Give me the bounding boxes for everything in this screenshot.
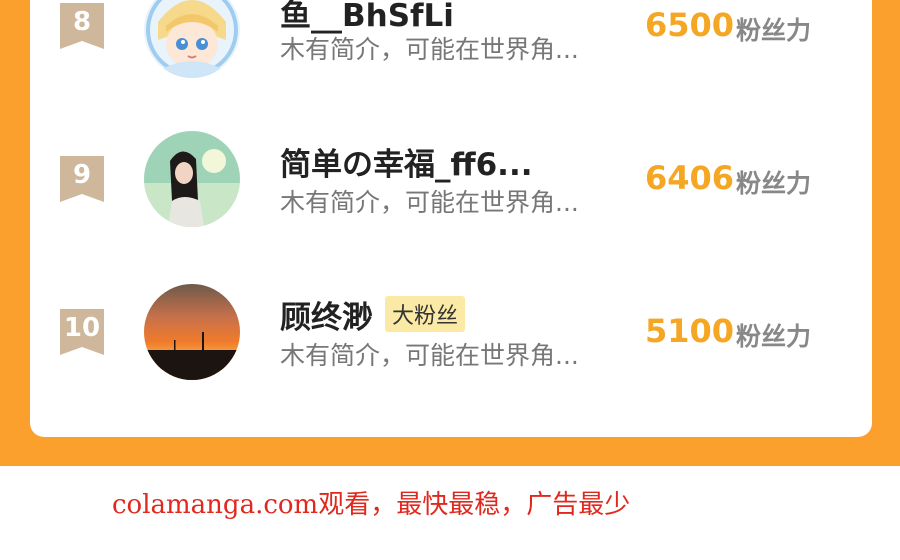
user-intro: 木有简介，可能在世界角... (280, 35, 579, 64)
user-name[interactable]: 简单の幸福_ff6... (280, 139, 533, 184)
big-fan-badge: 大粉丝 (385, 296, 466, 332)
rank-number: 9 (72, 160, 92, 190)
ranking-row[interactable]: 9 简单の幸福_ff6... 木有简介，可能在世界角... 6406 粉丝力 (30, 123, 872, 243)
user-name[interactable]: 顾终渺 大粉丝 (280, 292, 466, 337)
fan-score-unit: 粉丝力 (736, 16, 812, 45)
fan-score: 6500 (645, 6, 735, 44)
rank-number: 10 (63, 313, 101, 343)
ranking-row[interactable]: 8 鱼__BhSfLi 木有简介，可能在世界角... 6500 粉丝力 (30, 0, 872, 90)
rank-number: 8 (72, 7, 92, 37)
user-intro: 木有简介，可能在世界角... (280, 341, 579, 370)
ranking-row[interactable]: 10 顾终渺 大粉丝 木有简介，可能在世界角... 5100 粉丝力 (30, 276, 872, 396)
fan-ranking-card: 8 鱼__BhSfLi 木有简介，可能在世界角... 6500 粉丝力 9 简单… (30, 0, 872, 437)
footer-watermark: colamanga.com观看，最快最稳，广告最少 (112, 490, 631, 520)
rank-badge-icon: 9 (60, 156, 104, 202)
user-name-text: 顾终渺 (280, 300, 373, 336)
user-avatar[interactable] (144, 131, 240, 227)
user-avatar[interactable] (144, 284, 240, 380)
rank-badge-icon: 10 (60, 309, 104, 355)
fan-score-unit: 粉丝力 (736, 322, 812, 351)
user-avatar[interactable] (144, 0, 240, 78)
fan-score: 5100 (645, 312, 735, 350)
fan-score: 6406 (645, 159, 735, 197)
fan-score-unit: 粉丝力 (736, 169, 812, 198)
user-intro: 木有简介，可能在世界角... (280, 188, 579, 217)
rank-badge-icon: 8 (60, 3, 104, 49)
